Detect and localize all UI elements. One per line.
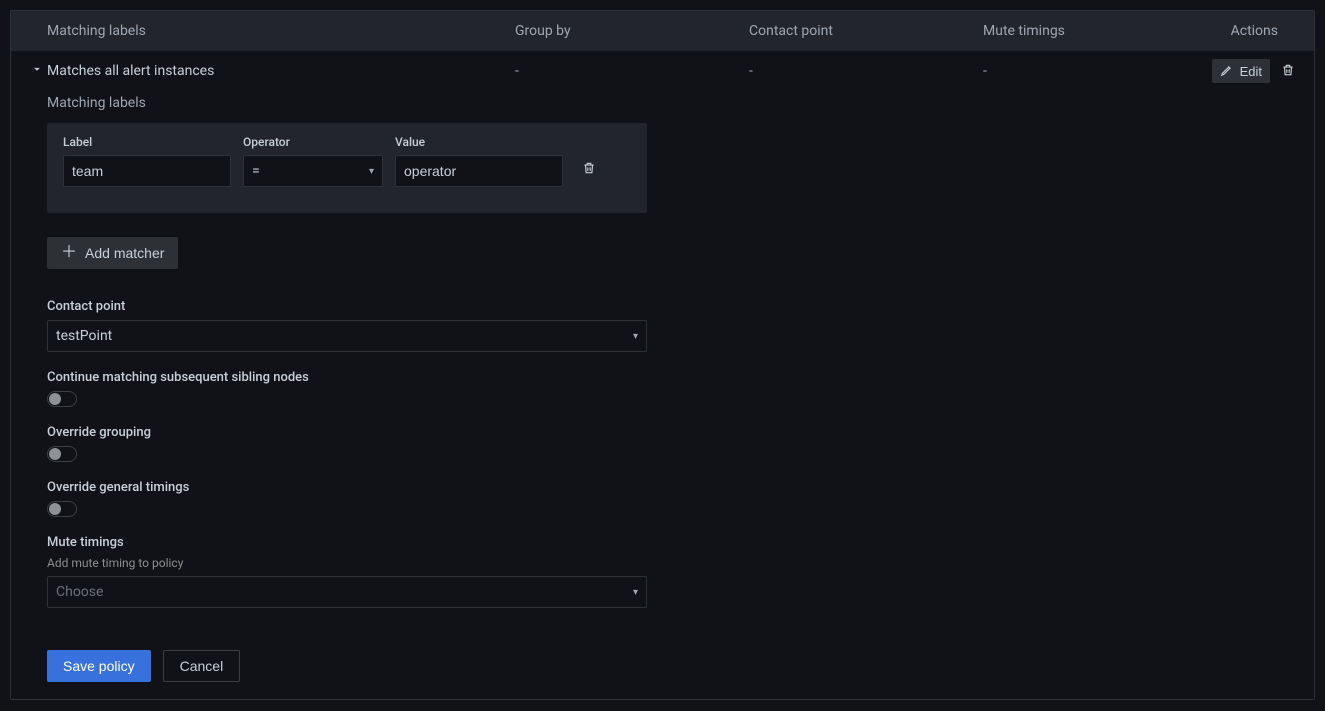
col-header-actions: Actions bbox=[1148, 23, 1278, 39]
col-header-group: Group by bbox=[515, 23, 749, 39]
matcher-label-input[interactable] bbox=[63, 155, 231, 187]
col-header-contact: Contact point bbox=[749, 23, 983, 39]
table-header: Matching labels Group by Contact point M… bbox=[11, 11, 1314, 51]
contact-point-label: Contact point bbox=[47, 299, 647, 314]
override-timings-label: Override general timings bbox=[47, 480, 1298, 495]
mute-timings-sub: Add mute timing to policy bbox=[47, 556, 1298, 570]
add-matcher-label: Add matcher bbox=[85, 245, 164, 261]
override-grouping-toggle[interactable] bbox=[47, 446, 77, 462]
matcher-operator-label: Operator bbox=[243, 135, 383, 149]
save-policy-button[interactable]: Save policy bbox=[47, 650, 151, 682]
delete-matcher-button[interactable] bbox=[579, 157, 599, 181]
matcher-operator-select[interactable]: = ▾ bbox=[243, 155, 383, 187]
mute-timings-label: Mute timings bbox=[47, 535, 1298, 550]
chevron-down-icon: ▾ bbox=[369, 166, 374, 177]
pencil-icon bbox=[1220, 63, 1234, 80]
add-matcher-button[interactable]: ＋ Add matcher bbox=[47, 237, 178, 269]
chevron-down-icon: ▾ bbox=[633, 331, 638, 342]
row-summary: Matches all alert instances bbox=[47, 63, 515, 79]
edit-button[interactable]: Edit bbox=[1212, 59, 1270, 83]
matcher-label-label: Label bbox=[63, 135, 231, 149]
notification-policy-panel: Matching labels Group by Contact point M… bbox=[10, 10, 1315, 700]
contact-point-value: testPoint bbox=[56, 328, 112, 344]
col-header-labels: Matching labels bbox=[47, 23, 515, 39]
row-mute: - bbox=[983, 63, 1148, 79]
mute-timings-placeholder: Choose bbox=[56, 584, 103, 600]
matcher-value-input[interactable] bbox=[395, 155, 563, 187]
row-group: - bbox=[515, 63, 749, 79]
contact-point-select[interactable]: testPoint ▾ bbox=[47, 320, 647, 352]
chevron-down-icon bbox=[30, 62, 44, 80]
edit-label: Edit bbox=[1240, 64, 1262, 79]
policy-row: Matches all alert instances - - - Edit bbox=[11, 51, 1314, 91]
matching-labels-title: Matching labels bbox=[47, 95, 1298, 111]
chevron-down-icon: ▾ bbox=[633, 587, 638, 598]
delete-policy-button[interactable] bbox=[1278, 59, 1298, 83]
matcher-row: Label Operator = ▾ Value bbox=[47, 123, 647, 213]
continue-label: Continue matching subsequent sibling nod… bbox=[47, 370, 1298, 385]
mute-timings-select[interactable]: Choose ▾ bbox=[47, 576, 647, 608]
row-contact: - bbox=[749, 63, 983, 79]
override-timings-toggle[interactable] bbox=[47, 501, 77, 517]
trash-icon bbox=[582, 161, 596, 178]
policy-editor: Matching labels Label Operator = ▾ Value bbox=[11, 95, 1314, 700]
expand-toggle[interactable] bbox=[27, 62, 47, 80]
matcher-operator-value: = bbox=[252, 163, 260, 179]
matcher-value-label: Value bbox=[395, 135, 563, 149]
plus-icon: ＋ bbox=[61, 245, 77, 261]
continue-toggle[interactable] bbox=[47, 391, 77, 407]
col-header-mute: Mute timings bbox=[983, 23, 1148, 39]
override-grouping-label: Override grouping bbox=[47, 425, 1298, 440]
cancel-button[interactable]: Cancel bbox=[163, 650, 241, 682]
trash-icon bbox=[1281, 63, 1295, 80]
